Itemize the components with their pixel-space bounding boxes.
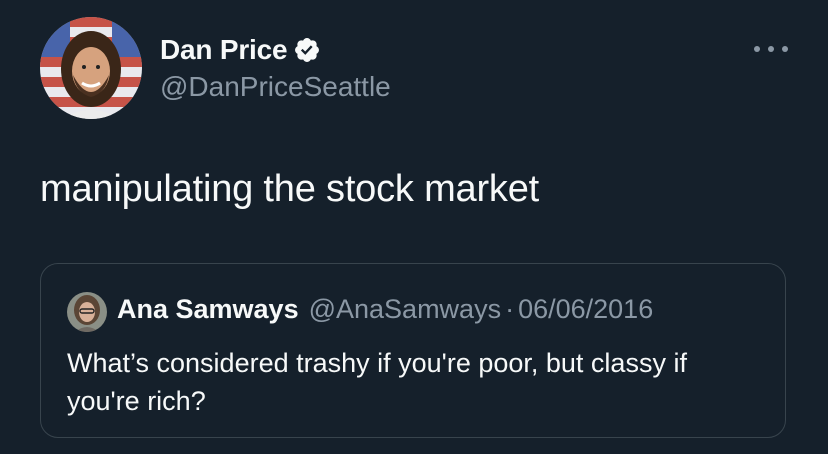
quoted-author-handle: @AnaSamways	[308, 294, 502, 324]
quoted-tweet-date: 06/06/2016	[518, 294, 654, 324]
more-options-button[interactable]	[754, 38, 788, 60]
author-handle[interactable]: @DanPriceSeattle	[160, 71, 391, 103]
quoted-tweet-card[interactable]: Ana Samways @AnaSamways · 06/06/2016 Wha…	[40, 263, 786, 438]
quoted-header-separator: ·	[505, 294, 515, 324]
more-options-icon	[782, 46, 788, 52]
quoted-author-avatar	[67, 292, 107, 332]
tweet-text: manipulating the stock market	[40, 168, 539, 210]
verified-badge-icon	[293, 36, 321, 64]
quoted-tweet-text: What’s considered trashy if you're poor,…	[67, 348, 687, 416]
author-name-row: Dan Price	[160, 33, 321, 67]
more-options-icon	[754, 46, 760, 52]
more-options-icon	[768, 46, 774, 52]
profile-photo-icon	[40, 17, 142, 119]
quoted-author-name: Ana Samways	[117, 294, 299, 324]
quoted-tweet-header: Ana Samways @AnaSamways · 06/06/2016	[117, 294, 653, 325]
author-avatar[interactable]	[40, 17, 142, 119]
profile-photo-icon	[67, 292, 107, 332]
author-display-name[interactable]: Dan Price	[160, 34, 288, 66]
